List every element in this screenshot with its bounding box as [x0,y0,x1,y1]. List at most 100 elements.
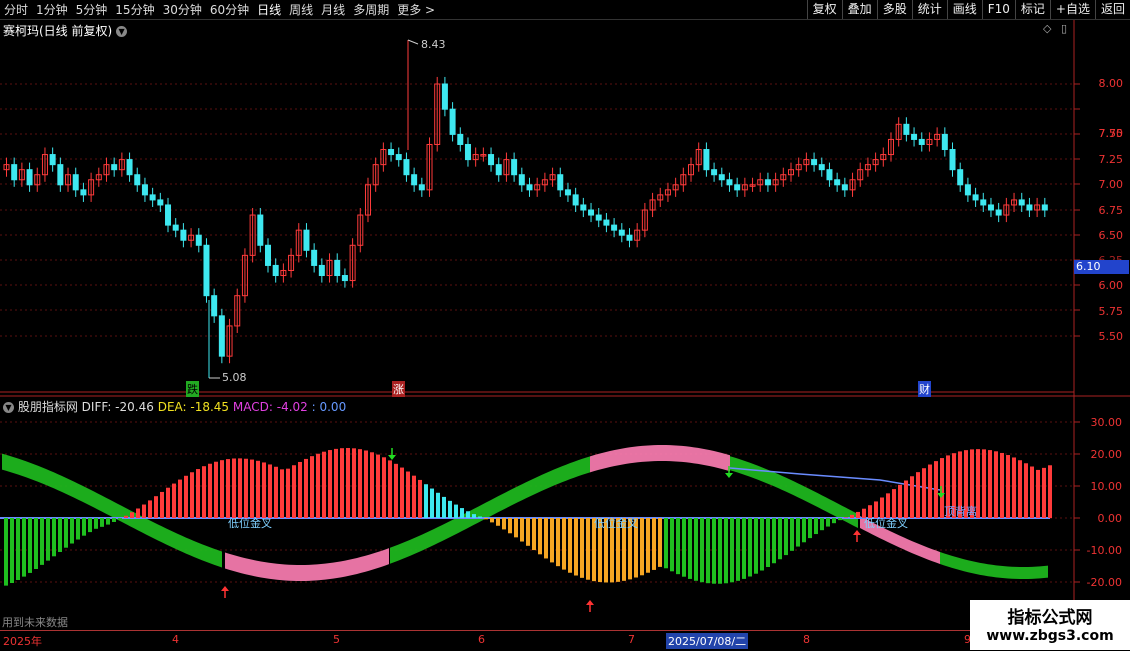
macd-bar [754,518,758,574]
drop-marker[interactable]: 跌 [186,381,199,397]
candle-body [518,174,525,186]
macd-bar [388,460,392,518]
macd-bar [202,466,206,518]
tab-60min[interactable]: 60分钟 [206,1,253,18]
multi-stock-button[interactable]: 多股 [876,0,912,19]
macd-bar [514,518,518,538]
macd-ribbon [390,456,590,564]
diamond-icon[interactable]: ◇ [1043,22,1051,35]
macd-ribbon [590,445,730,473]
candle-body [295,229,302,256]
candle-body [1026,204,1033,211]
maximize-icon[interactable]: ▯ [1061,22,1067,35]
tab-daily[interactable]: 日线 [253,1,285,18]
chevron-down-icon[interactable]: ▼ [116,26,128,37]
candle-body [526,184,533,191]
macd-ribbon [730,456,858,529]
macd-bar [1036,469,1040,518]
candle-body [18,169,25,181]
macd-bar [922,468,926,518]
draw-line-button[interactable]: 画线 [946,0,982,19]
mark-button[interactable]: 标记 [1014,0,1050,19]
macd-bar [934,461,938,518]
tab-15min[interactable]: 15分钟 [111,1,158,18]
candle-body [895,123,902,140]
candle-body [80,189,87,196]
candle-body [234,295,241,327]
candle-body [149,194,156,201]
indicator-title: ▼ 股朋指标网 DIFF: -20.46 DEA: -18.45 MACD: -… [3,398,346,415]
chevron-down-icon[interactable]: ▼ [3,402,14,413]
macd-bar [688,518,692,579]
overlay-button[interactable]: 叠加 [841,0,877,19]
candle-body [126,159,133,176]
macd-bar [352,448,356,518]
tab-30min[interactable]: 30分钟 [159,1,206,18]
candle-body [680,174,687,186]
macd-bar [16,518,20,580]
tab-5min[interactable]: 5分钟 [72,1,112,18]
candle-body [26,169,33,186]
macd-bar [304,458,308,518]
macd-bar [574,518,578,576]
macd-tick: -20.00 [1086,576,1122,589]
macd-bar [166,487,170,518]
macd-bar [244,458,248,518]
tab-timeshare[interactable]: 分时 [0,1,32,18]
tab-weekly[interactable]: 周线 [285,1,317,18]
chart-annotations [221,448,945,612]
candle-body [388,149,395,156]
macd-bar [340,448,344,518]
candle-body [834,179,841,186]
price-tick: 6.50 [1098,229,1124,242]
finance-marker[interactable]: 财 [918,381,931,397]
chart-canvas [0,20,1130,630]
tab-1min[interactable]: 1分钟 [32,1,72,18]
macd-bar [898,484,902,518]
macd-bar [466,511,470,518]
rise-marker[interactable]: 涨 [392,381,405,397]
high-pointer [407,39,419,45]
candle-body [541,179,548,186]
macd-bar [334,448,338,518]
candle-body [634,229,641,241]
tab-more[interactable]: 更多 > [393,1,439,18]
candle-body [872,159,879,166]
candle-body [65,174,72,186]
macd-bar [400,467,404,518]
candle-body [326,259,333,277]
macd-bar [682,518,686,577]
macd-bar [196,469,200,518]
tab-monthly[interactable]: 月线 [317,1,349,18]
candle-body [995,209,1002,216]
price-tick: 5.50 [1098,330,1124,343]
candle-body [603,219,610,226]
candle-body [111,164,118,171]
macd-bar [892,489,896,518]
add-watchlist-button[interactable]: +自选 [1049,0,1095,19]
candle-body [103,164,110,176]
candle-body [741,184,748,191]
candle-body [257,214,264,246]
price-tick: 7.00 [1098,178,1124,191]
restore-rights-button[interactable]: 复权 [806,0,842,19]
macd-bar [748,518,752,577]
candle-body [534,184,541,191]
macd-bar [586,518,590,580]
macd-bar [208,463,212,518]
f10-button[interactable]: F10 [981,0,1015,19]
macd-bar [520,518,524,542]
macd-ribbon [2,453,222,568]
macd-bar [88,518,92,533]
back-button[interactable]: 返回 [1094,0,1130,19]
macd-bar [718,518,722,584]
statistics-button[interactable]: 统计 [911,0,947,19]
candle-body [272,264,279,277]
candle-body [788,169,794,176]
candle-body [918,138,925,145]
sell-arrow-icon [725,473,733,478]
tab-multi-period[interactable]: 多周期 [349,1,393,18]
macd-bar [484,518,488,520]
time-axis: 2025年 4 5 6 7 2025/07/08/二 8 9 [0,630,971,651]
candle-body [357,214,364,246]
